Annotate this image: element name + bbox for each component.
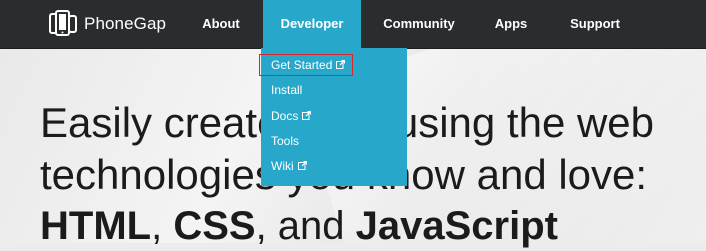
hero-separator-1: , xyxy=(151,204,174,248)
external-link-icon xyxy=(302,107,312,125)
hero-separator-2: , and xyxy=(255,204,356,248)
developer-dropdown-menu: Get Started Install Docs Tools Wiki xyxy=(261,48,407,186)
brand-name: PhoneGap xyxy=(84,14,167,33)
dropdown-item-docs[interactable]: Docs xyxy=(271,107,312,125)
nav-developer[interactable]: Developer xyxy=(263,0,361,48)
dropdown-item-install[interactable]: Install xyxy=(271,81,302,99)
brand-logo[interactable]: PhoneGap xyxy=(48,8,166,40)
hero-css-text: CSS xyxy=(173,204,256,248)
dropdown-item-label: Install xyxy=(271,83,303,97)
phonegap-devices-icon xyxy=(48,10,78,38)
hero-headline-line3: HTML, CSS, and JavaScript xyxy=(40,201,558,251)
external-link-icon xyxy=(336,56,346,74)
nav-apps[interactable]: Apps xyxy=(478,0,544,48)
hero-javascript-text: JavaScript xyxy=(355,204,558,248)
dropdown-item-wiki[interactable]: Wiki xyxy=(271,157,307,175)
nav-support[interactable]: Support xyxy=(556,0,634,48)
nav-community[interactable]: Community xyxy=(372,0,466,48)
dropdown-item-label: Get Started xyxy=(271,58,333,72)
dropdown-item-get-started[interactable]: Get Started xyxy=(271,56,346,74)
dropdown-item-label: Wiki xyxy=(271,159,294,173)
dropdown-item-tools[interactable]: Tools xyxy=(271,132,299,150)
external-link-icon xyxy=(297,157,307,175)
nav-about[interactable]: About xyxy=(186,0,256,48)
hero-html-text: HTML xyxy=(40,204,152,248)
dropdown-item-label: Tools xyxy=(271,134,300,148)
top-navbar: PhoneGap About Developer Community Apps … xyxy=(0,0,706,49)
dropdown-item-label: Docs xyxy=(271,109,299,123)
